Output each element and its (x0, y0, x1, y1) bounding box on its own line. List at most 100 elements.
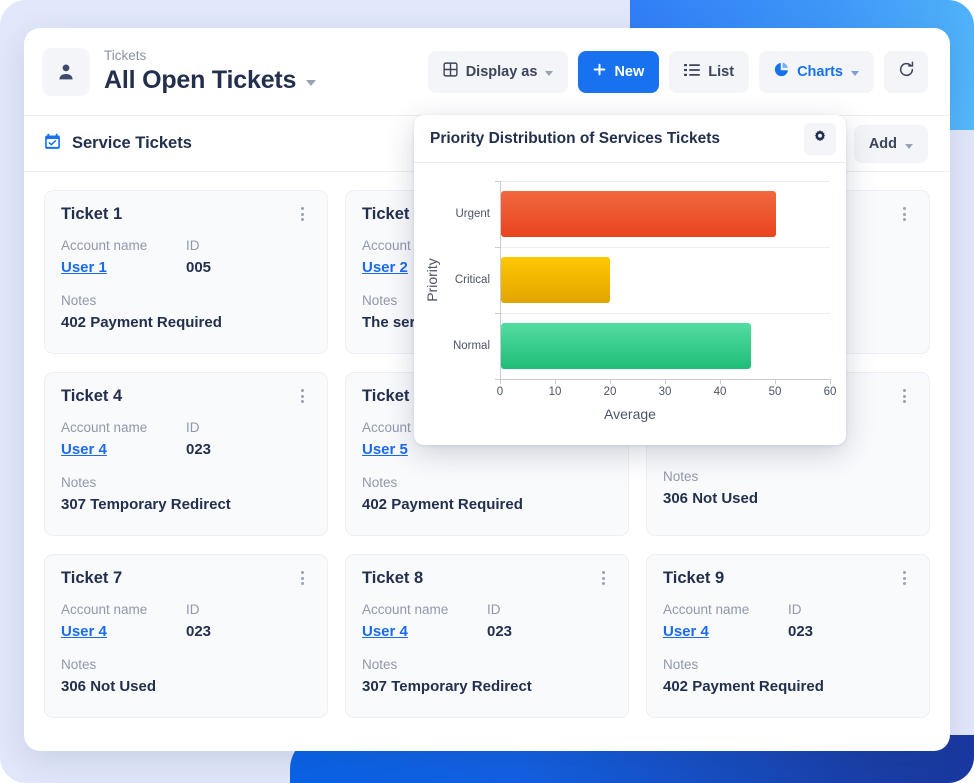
notes-value: 306 Not Used (61, 678, 157, 695)
x-axis-tick (665, 379, 666, 384)
section-title: Service Tickets (72, 134, 192, 152)
notes-label: Notes (362, 475, 398, 490)
new-button[interactable]: New (578, 50, 660, 93)
page-title: All Open Tickets (104, 66, 297, 94)
chevron-down-icon (851, 70, 859, 76)
notes-value: 306 Not Used (663, 490, 759, 507)
more-vertical-icon[interactable] (895, 387, 913, 405)
card-title: Ticket 8 (362, 569, 424, 587)
chevron-down-icon[interactable] (306, 79, 317, 86)
refresh-button[interactable] (884, 50, 928, 93)
card-title: Ticket 9 (663, 569, 725, 587)
chart-popover-header: Priority Distribution of Services Ticket… (414, 115, 846, 163)
x-tick-label: 0 (496, 386, 504, 398)
account-name-link[interactable]: User 1 (61, 257, 107, 278)
card-title: Ticket 1 (61, 205, 123, 223)
notes-value: 307 Temporary Redirect (61, 496, 231, 513)
notes-label: Notes (61, 293, 97, 308)
grid-icon (443, 62, 458, 81)
account-name-link[interactable]: User 5 (362, 439, 408, 460)
list-button[interactable]: List (669, 50, 750, 93)
ticket-card[interactable]: Ticket 1 Account name User 1 ID 005 Note… (44, 190, 328, 354)
avatar (42, 47, 90, 96)
more-vertical-icon[interactable] (293, 205, 311, 223)
display-as-button[interactable]: Display as (427, 50, 569, 93)
more-vertical-icon[interactable] (895, 569, 913, 587)
account-name-label: Account name (61, 602, 148, 617)
id-value: 023 (186, 441, 212, 458)
id-label: ID (788, 602, 802, 617)
x-axis-title: Average (604, 406, 656, 422)
breadcrumb: Tickets (104, 48, 147, 63)
account-name-label: Account name (362, 602, 449, 617)
x-axis-tick (555, 379, 556, 384)
plus-icon (593, 63, 606, 80)
notes-label: Notes (663, 469, 699, 484)
chevron-down-icon (545, 70, 554, 76)
add-label: Add (868, 135, 897, 152)
account-name-label: Account name (61, 420, 148, 435)
account-name-link[interactable]: User 4 (61, 621, 107, 642)
x-tick-label: 50 (768, 386, 782, 398)
card-title: Ticket 4 (61, 387, 123, 405)
account-name-link[interactable]: User 2 (362, 257, 408, 278)
gridline (500, 313, 830, 314)
y-tick-label: Normal (452, 340, 490, 352)
y-tick-label: Urgent (455, 208, 490, 220)
x-axis-tick (720, 379, 721, 384)
more-vertical-icon[interactable] (895, 205, 913, 223)
ticket-card[interactable]: Ticket 4 Account name User 4 ID 023 Note… (44, 372, 328, 536)
x-axis-tick (775, 379, 776, 384)
id-label: ID (186, 602, 200, 617)
ticket-card[interactable]: Ticket 8 Account name User 4 ID 023 Note… (345, 554, 629, 718)
account-name-link[interactable]: User 4 (362, 621, 408, 642)
notes-value: 402 Payment Required (362, 496, 523, 513)
id-label: ID (186, 420, 200, 435)
bar-normal[interactable] (501, 323, 752, 369)
id-label: ID (487, 602, 501, 617)
id-value: 023 (186, 623, 212, 640)
x-tick-label: 10 (548, 386, 562, 398)
x-tick-label: 30 (658, 386, 672, 398)
more-vertical-icon[interactable] (293, 569, 311, 587)
x-axis-tick (500, 379, 501, 384)
notes-label: Notes (61, 657, 97, 672)
more-vertical-icon[interactable] (293, 387, 311, 405)
more-vertical-icon[interactable] (594, 569, 612, 587)
pie-chart-icon (774, 62, 789, 81)
ticket-card[interactable]: Ticket 7 Account name User 4 ID 023 Note… (44, 554, 328, 718)
bar-urgent[interactable] (501, 191, 776, 237)
account-name-link[interactable]: User 4 (663, 621, 709, 642)
chevron-down-icon (905, 143, 913, 149)
chart-title: Priority Distribution of Services Ticket… (430, 129, 720, 147)
x-tick-label: 20 (603, 386, 617, 398)
id-value: 023 (788, 623, 814, 640)
title-block: Tickets All Open Tickets (104, 48, 317, 95)
charts-button[interactable]: Charts (759, 50, 874, 93)
chart-popover: Priority Distribution of Services Ticket… (414, 115, 846, 445)
new-label: New (614, 63, 645, 80)
ticket-card[interactable]: Ticket 9 Account name User 4 ID 023 Note… (646, 554, 930, 718)
calendar-check-icon (44, 133, 61, 155)
bar-critical[interactable] (501, 257, 610, 303)
id-label: ID (186, 238, 200, 253)
gridline (500, 247, 830, 248)
notes-label: Notes (663, 657, 699, 672)
y-tick-label: Critical (454, 274, 490, 286)
list-icon (684, 63, 701, 81)
y-axis-tick (495, 313, 500, 314)
charts-label: Charts (797, 63, 843, 80)
gear-icon (813, 130, 827, 147)
chart-settings-button[interactable] (804, 122, 836, 155)
header-actions: Display as New List Charts (427, 50, 928, 93)
x-axis-tick (830, 379, 831, 384)
notes-value: 402 Payment Required (663, 678, 824, 695)
notes-label: Notes (362, 657, 398, 672)
y-axis-title: Priority (424, 258, 440, 302)
chart-body: Priority Urgent Critical Normal 0 10 20 … (414, 163, 846, 445)
notes-value: 402 Payment Required (61, 314, 222, 331)
account-name-label: Account name (663, 602, 750, 617)
account-name-link[interactable]: User 4 (61, 439, 107, 460)
notes-value: 307 Temporary Redirect (362, 678, 532, 695)
add-button[interactable]: Add (853, 124, 928, 163)
